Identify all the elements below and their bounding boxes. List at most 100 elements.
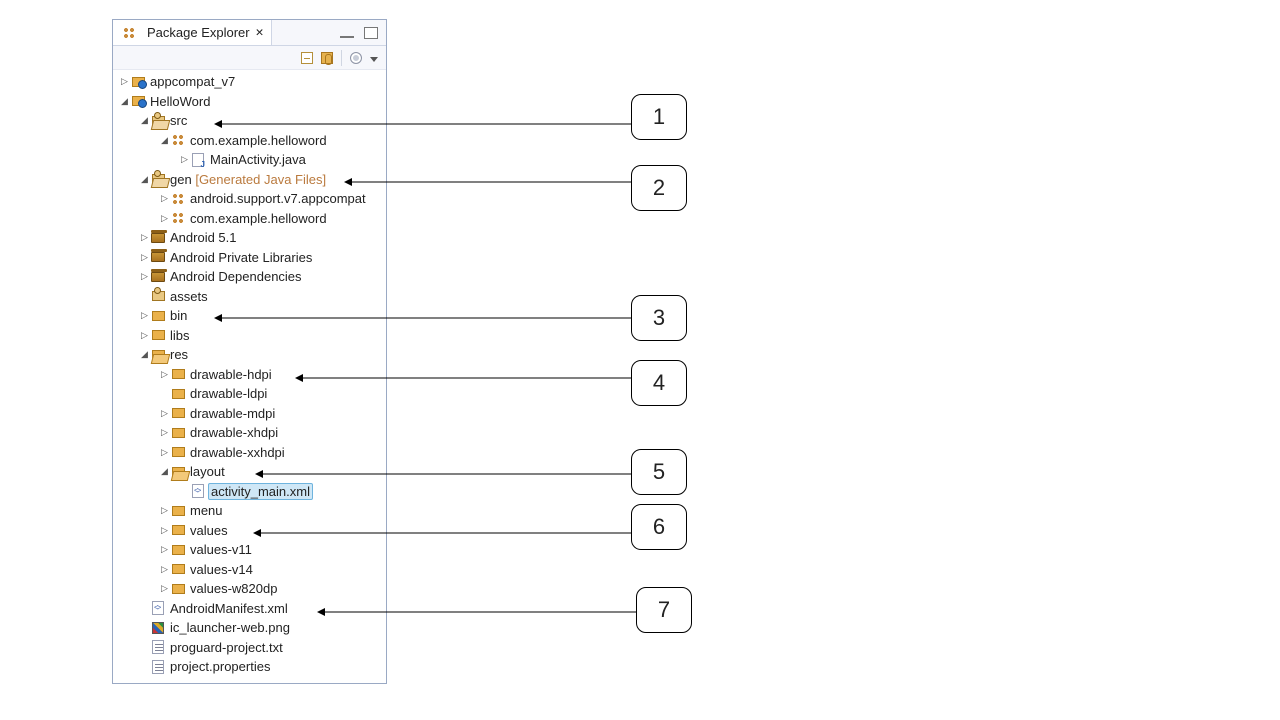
link-with-editor-icon[interactable]: [321, 52, 333, 64]
tree-label: res: [170, 347, 188, 362]
source-folder-icon: [150, 116, 166, 126]
expand-icon[interactable]: ▷: [179, 154, 190, 165]
view-menu-icon[interactable]: [370, 50, 378, 65]
expand-icon[interactable]: ▷: [159, 427, 170, 438]
expand-icon[interactable]: ▷: [159, 369, 170, 380]
tree-label: assets: [170, 289, 208, 304]
library-icon: [150, 272, 166, 282]
tree-label: Android 5.1: [170, 230, 237, 245]
collapse-icon[interactable]: ◢: [159, 135, 170, 146]
tree-item-project-properties[interactable]: ▷ project.properties: [113, 657, 386, 677]
folder-icon: [170, 447, 186, 457]
tree-item-drawable-ldpi[interactable]: ▷ drawable-ldpi: [113, 384, 386, 404]
tree-item-package-hello[interactable]: ◢ com.example.helloword: [113, 131, 386, 151]
xml-file-icon: [190, 484, 206, 498]
tree-item-drawable-hdpi[interactable]: ▷ drawable-hdpi: [113, 365, 386, 385]
expand-icon[interactable]: ▷: [139, 271, 150, 282]
expand-icon[interactable]: ▷: [139, 330, 150, 341]
tree-item-bin[interactable]: ▷ bin: [113, 306, 386, 326]
collapse-icon[interactable]: ◢: [139, 349, 150, 360]
expand-icon[interactable]: ▷: [119, 76, 130, 87]
folder-icon: [170, 428, 186, 438]
tree-label: bin: [170, 308, 187, 323]
project-open-icon: [130, 96, 146, 106]
tree-item-activity-main-xml[interactable]: ▷ activity_main.xml: [113, 482, 386, 502]
collapse-icon[interactable]: ◢: [119, 96, 130, 107]
expand-icon[interactable]: ▷: [159, 564, 170, 575]
tree-item-layout[interactable]: ◢ layout: [113, 462, 386, 482]
tree-item-gen-hello[interactable]: ▷ com.example.helloword: [113, 209, 386, 229]
tree-label: layout: [190, 464, 225, 479]
collapse-icon[interactable]: ◢: [159, 466, 170, 477]
tree-item-assets[interactable]: ▷ assets: [113, 287, 386, 307]
tree-item-dependencies[interactable]: ▷ Android Dependencies: [113, 267, 386, 287]
expand-icon[interactable]: ▷: [159, 544, 170, 555]
focus-task-icon[interactable]: [350, 52, 362, 64]
tree-item-values-w820dp[interactable]: ▷ values-w820dp: [113, 579, 386, 599]
tree-label: appcompat_v7: [150, 74, 235, 89]
collapse-all-icon[interactable]: [301, 52, 313, 64]
expand-icon[interactable]: ▷: [159, 525, 170, 536]
tree-item-private-libs[interactable]: ▷ Android Private Libraries: [113, 248, 386, 268]
close-icon[interactable]: ✕: [256, 25, 264, 40]
minimize-view-button[interactable]: [340, 36, 354, 38]
image-file-icon: [150, 622, 166, 634]
callout-5: 5: [631, 449, 687, 495]
tree-label: android.support.v7.appcompat: [190, 191, 366, 206]
folder-icon: [170, 584, 186, 594]
tree-item-appcompat[interactable]: ▷ appcompat_v7: [113, 72, 386, 92]
tree-item-values[interactable]: ▷ values: [113, 521, 386, 541]
tree-item-proguard[interactable]: ▷ proguard-project.txt: [113, 638, 386, 658]
library-icon: [150, 252, 166, 262]
expand-icon[interactable]: ▷: [159, 213, 170, 224]
tree-item-drawable-xhdpi[interactable]: ▷ drawable-xhdpi: [113, 423, 386, 443]
tree-item-gen-support[interactable]: ▷ android.support.v7.appcompat: [113, 189, 386, 209]
tree-label: libs: [170, 328, 190, 343]
tree-item-ic-launcher-web[interactable]: ▷ ic_launcher-web.png: [113, 618, 386, 638]
tree-label: Android Dependencies: [170, 269, 302, 284]
expand-icon[interactable]: ▷: [159, 447, 170, 458]
tree-label: values-v14: [190, 562, 253, 577]
package-explorer-tab[interactable]: Package Explorer ✕: [113, 20, 272, 45]
project-tree[interactable]: ▷ appcompat_v7 ◢ HelloWord ◢ src ◢ com.e…: [113, 70, 386, 683]
folder-icon: [170, 564, 186, 574]
tree-label-selected: activity_main.xml: [208, 483, 313, 500]
package-explorer-panel: Package Explorer ✕ ▷ appcompat_v7 ◢ Hell…: [112, 19, 387, 684]
expand-icon[interactable]: ▷: [139, 310, 150, 321]
expand-icon[interactable]: ▷: [139, 252, 150, 263]
folder-icon: [170, 545, 186, 555]
tree-item-gen[interactable]: ◢ gen [Generated Java Files]: [113, 170, 386, 190]
expand-icon[interactable]: ▷: [139, 232, 150, 243]
text-file-icon: [150, 660, 166, 674]
expand-icon[interactable]: ▷: [159, 505, 170, 516]
xml-file-icon: [150, 601, 166, 615]
package-icon: [170, 193, 186, 205]
expand-icon[interactable]: ▷: [159, 583, 170, 594]
callout-1: 1: [631, 94, 687, 140]
folder-icon: [150, 330, 166, 340]
tree-item-values-v11[interactable]: ▷ values-v11: [113, 540, 386, 560]
tree-label: drawable-xxhdpi: [190, 445, 285, 460]
package-icon: [170, 212, 186, 224]
folder-open-icon: [170, 467, 186, 477]
tree-item-mainactivity[interactable]: ▷ MainActivity.java: [113, 150, 386, 170]
folder-icon: [150, 291, 166, 301]
tree-item-values-v14[interactable]: ▷ values-v14: [113, 560, 386, 580]
toolbar-separator: [341, 50, 342, 66]
tree-item-drawable-mdpi[interactable]: ▷ drawable-mdpi: [113, 404, 386, 424]
tree-item-helloword[interactable]: ◢ HelloWord: [113, 92, 386, 112]
collapse-icon[interactable]: ◢: [139, 174, 150, 185]
tree-item-src[interactable]: ◢ src: [113, 111, 386, 131]
tree-item-libs[interactable]: ▷ libs: [113, 326, 386, 346]
expand-icon[interactable]: ▷: [159, 408, 170, 419]
tree-item-res[interactable]: ◢ res: [113, 345, 386, 365]
collapse-icon[interactable]: ◢: [139, 115, 150, 126]
tree-item-android51[interactable]: ▷ Android 5.1: [113, 228, 386, 248]
tree-item-drawable-xxhdpi[interactable]: ▷ drawable-xxhdpi: [113, 443, 386, 463]
tree-item-manifest[interactable]: ▷ AndroidManifest.xml: [113, 599, 386, 619]
java-file-icon: [190, 153, 206, 167]
tree-item-menu[interactable]: ▷ menu: [113, 501, 386, 521]
maximize-view-button[interactable]: [364, 27, 378, 39]
expand-icon[interactable]: ▷: [159, 193, 170, 204]
tree-label: AndroidManifest.xml: [170, 601, 288, 616]
